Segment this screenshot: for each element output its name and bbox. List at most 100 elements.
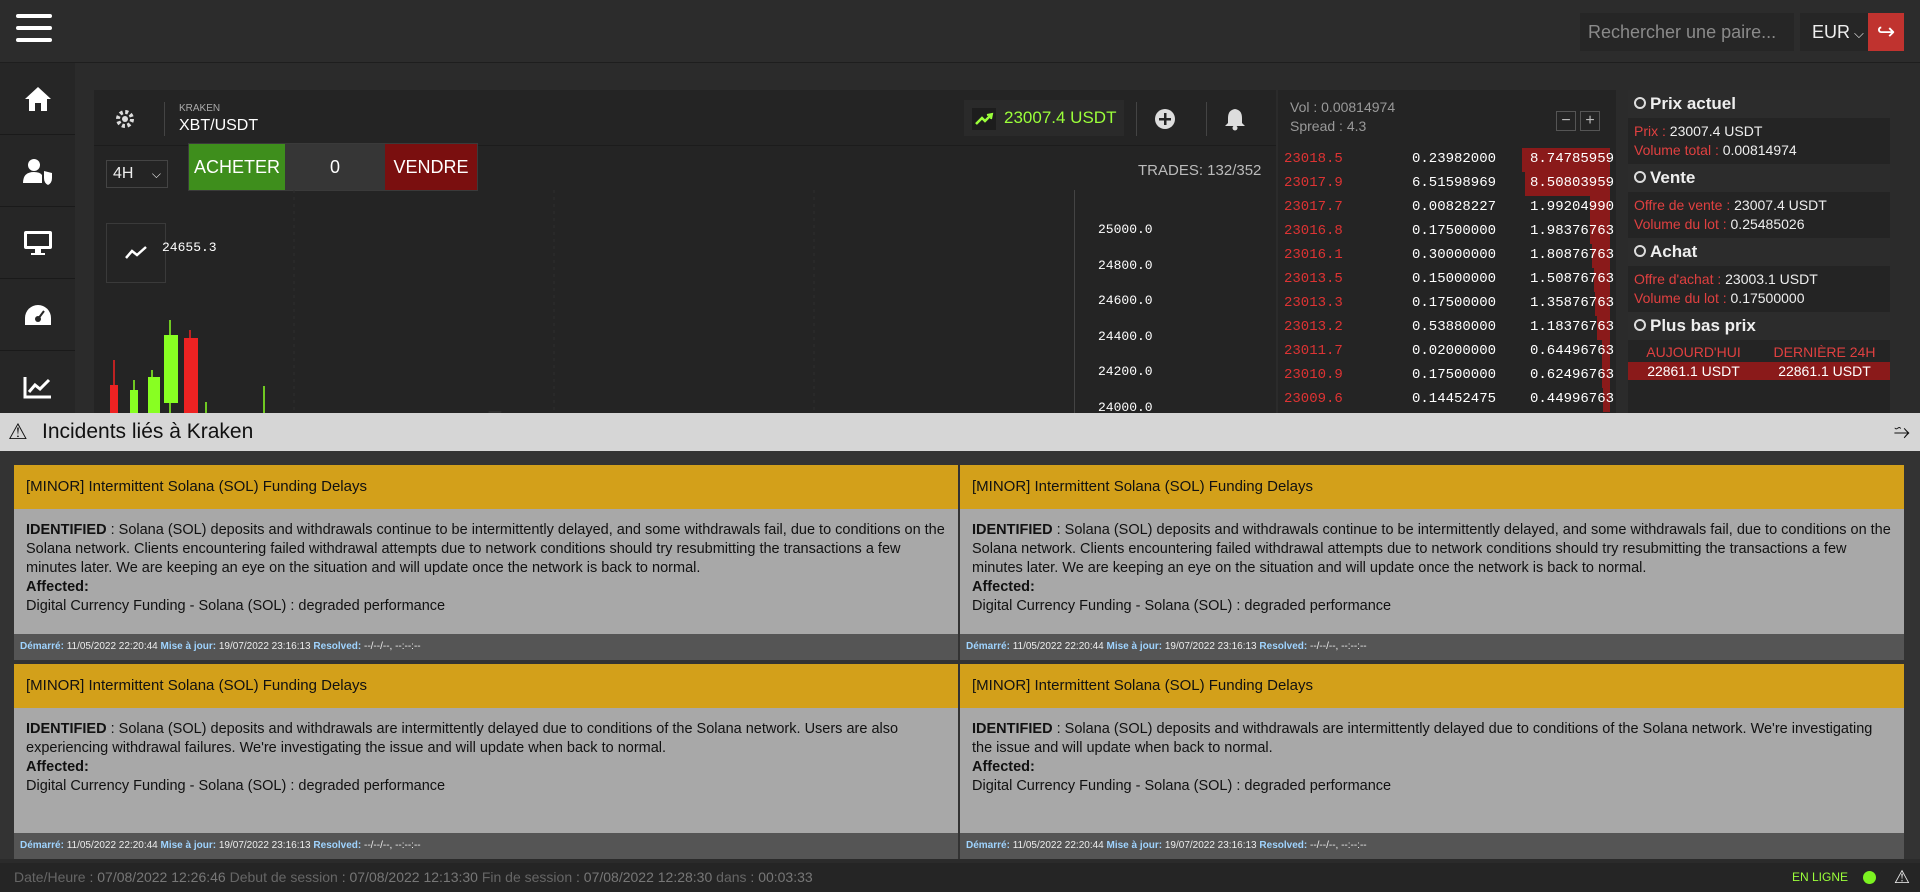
- stats-panel: Prix actuel Prix : 23007.4 USDT Volume t…: [1628, 90, 1890, 413]
- order-book-row[interactable]: 23018.5 0.23982000 8.74785959: [1278, 148, 1616, 172]
- incident-card[interactable]: [MINOR] Intermittent Solana (SOL) Fundin…: [14, 465, 958, 660]
- max-price-label: 24655.3: [162, 240, 217, 255]
- order-price: 23009.6: [1284, 391, 1343, 407]
- trade-box: ACHETER 0 VENDRE: [188, 143, 478, 191]
- sidebar-item-home[interactable]: [0, 63, 75, 135]
- buy-lot-value: 0.17500000: [1730, 290, 1805, 306]
- order-total: 1.99204990: [1530, 199, 1615, 215]
- resolved-value: --/--/--, --:--:--: [1309, 641, 1367, 652]
- chevron-down-icon: ⌵: [151, 167, 161, 181]
- monitor-icon: [23, 230, 52, 255]
- lowest-price-values: 22861.1 USDT 22861.1 USDT: [1628, 362, 1890, 380]
- sidebar-item-account[interactable]: [0, 135, 75, 207]
- incident-footer: Démarré: 11/05/2022 22:20:44 Mise à jour…: [960, 634, 1904, 660]
- order-book-row[interactable]: 23011.7 0.02000000 0.64496763: [1278, 340, 1616, 364]
- resolved-label: Resolved:: [1259, 641, 1308, 652]
- updated-label: Mise à jour:: [1106, 641, 1163, 652]
- collapse-icon[interactable]: ⭇: [1894, 413, 1910, 451]
- order-total: 1.98376763: [1530, 223, 1615, 239]
- sidebar-item-desktop[interactable]: [0, 207, 75, 279]
- timeframe-value: 4H: [113, 165, 134, 182]
- timeframe-select[interactable]: 4H ⌵: [106, 160, 168, 188]
- gear-icon[interactable]: [114, 108, 136, 135]
- home-icon: [24, 86, 51, 111]
- buy-lot-label: Volume du lot :: [1634, 290, 1727, 306]
- started-value: 11/05/2022 22:20:44: [1012, 641, 1104, 652]
- incident-body: IDENTIFIED : Solana (SOL) deposits and w…: [14, 509, 958, 628]
- zoom-out-button[interactable]: −: [1556, 111, 1576, 131]
- chart-panel: KRAKEN XBT/USDT 23007.4 USDT 4H ⌵ ACHETER…: [94, 90, 1276, 415]
- price-label: Prix :: [1634, 123, 1666, 139]
- currency-select[interactable]: EUR ⌵: [1800, 13, 1872, 51]
- date-label: Date/Heure: [14, 869, 86, 885]
- y-tick-label: 24800.0: [1098, 257, 1153, 273]
- order-book: Vol : 0.00814974 Spread : 4.3 − + 23018.…: [1278, 90, 1616, 413]
- lowest-price-header: Plus bas prix: [1628, 312, 1890, 340]
- logout-icon[interactable]: ↪: [1868, 13, 1904, 51]
- search-input[interactable]: [1580, 13, 1794, 51]
- incident-card[interactable]: [MINOR] Intermittent Solana (SOL) Fundin…: [14, 664, 958, 859]
- order-book-row[interactable]: 23013.2 0.53880000 1.18376763: [1278, 316, 1616, 340]
- current-price-header: Prix actuel: [1628, 90, 1890, 118]
- order-quantity: 0.17500000: [1412, 367, 1497, 383]
- sell-button[interactable]: VENDRE: [385, 144, 477, 190]
- plus-circle-icon: [1154, 109, 1175, 129]
- candle-body: [130, 390, 138, 413]
- remaining-value: 00:03:33: [758, 869, 813, 885]
- buy-button[interactable]: ACHETER: [189, 144, 285, 190]
- incident-title: [MINOR] Intermittent Solana (SOL) Fundin…: [14, 664, 958, 708]
- trend-up-icon: [972, 107, 996, 130]
- buy-title: Achat: [1650, 242, 1698, 261]
- started-label: Démarré:: [966, 840, 1010, 851]
- incident-status: IDENTIFIED: [26, 721, 107, 737]
- incidents-bar[interactable]: ⚠ Incidents liés à Kraken ⭇: [0, 413, 1920, 451]
- order-book-row[interactable]: 23017.7 0.00828227 1.99204990: [1278, 196, 1616, 220]
- sell-header: Vente: [1628, 164, 1890, 192]
- incidents-list: [MINOR] Intermittent Solana (SOL) Fundin…: [0, 451, 1920, 859]
- order-quantity: 0.17500000: [1412, 223, 1497, 239]
- order-book-row[interactable]: 23016.1 0.30000000 1.80876763: [1278, 244, 1616, 268]
- chevron-down-icon: ⌵: [1854, 26, 1864, 41]
- quantity-input[interactable]: 0: [285, 144, 385, 190]
- sidebar-item-dashboard[interactable]: [0, 279, 75, 351]
- started-label: Démarré:: [966, 641, 1010, 652]
- affected-label: Affected:: [972, 759, 1035, 775]
- buy-header: Achat: [1628, 238, 1890, 266]
- chart-watermark: XBT/USDT: [234, 390, 832, 413]
- order-price: 23016.1: [1284, 247, 1343, 263]
- sidebar: [0, 63, 75, 423]
- order-book-row[interactable]: 23010.9 0.17500000 0.62496763: [1278, 364, 1616, 388]
- add-button[interactable]: [1136, 102, 1192, 136]
- y-tick-label: 25000.0: [1098, 222, 1153, 237]
- online-status: EN LIGNE: [1791, 870, 1848, 884]
- order-book-row[interactable]: 23016.8 0.17500000 1.98376763: [1278, 220, 1616, 244]
- order-book-row[interactable]: 23013.3 0.17500000 1.35876763: [1278, 292, 1616, 316]
- incident-card[interactable]: [MINOR] Intermittent Solana (SOL) Fundin…: [960, 664, 1904, 859]
- incident-status: IDENTIFIED: [972, 721, 1053, 737]
- resolved-label: Resolved:: [313, 641, 362, 652]
- indicator-button[interactable]: [106, 223, 166, 283]
- order-total: 1.35876763: [1530, 295, 1615, 311]
- volume-line: Vol : 0.00814974: [1290, 99, 1395, 115]
- order-quantity: 0.23982000: [1412, 151, 1497, 167]
- order-book-row[interactable]: 23009.6 0.14452475 0.44996763: [1278, 388, 1616, 412]
- hamburger-icon[interactable]: [16, 14, 52, 46]
- affected-value: Digital Currency Funding - Solana (SOL) …: [26, 598, 446, 614]
- order-total: 1.80876763: [1530, 247, 1615, 263]
- order-quantity: 0.02000000: [1412, 343, 1497, 359]
- warning-icon[interactable]: ⚠: [1894, 863, 1910, 892]
- order-price: 23016.8: [1284, 223, 1343, 239]
- sell-title: Vente: [1650, 168, 1696, 187]
- incident-card[interactable]: [MINOR] Intermittent Solana (SOL) Fundin…: [960, 465, 1904, 660]
- today-label: AUJOURD'HUI: [1646, 344, 1741, 360]
- y-tick-label: 24400.0: [1098, 328, 1153, 344]
- order-price: 23017.9: [1284, 175, 1343, 191]
- affected-value: Digital Currency Funding - Solana (SOL) …: [972, 598, 1392, 614]
- bell-button[interactable]: [1206, 102, 1262, 136]
- top-bar: EUR⌵ ↪: [0, 0, 1920, 63]
- zoom-in-button[interactable]: +: [1580, 111, 1600, 131]
- order-book-row[interactable]: 23017.9 6.51598969 8.50803959: [1278, 172, 1616, 196]
- order-quantity: 6.51598969: [1412, 175, 1497, 191]
- order-book-row[interactable]: 23013.5 0.15000000 1.50876763: [1278, 268, 1616, 292]
- incident-body: IDENTIFIED : Solana (SOL) deposits and w…: [960, 509, 1904, 628]
